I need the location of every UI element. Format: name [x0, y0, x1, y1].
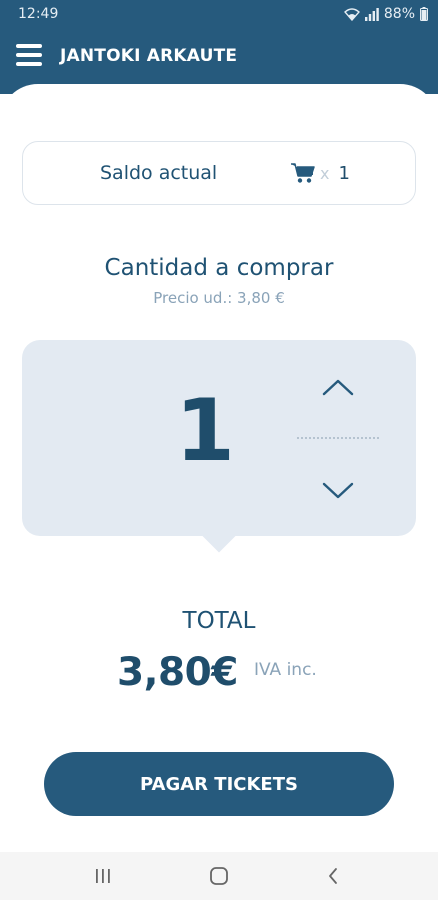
home-icon: [210, 867, 228, 885]
back-button[interactable]: [318, 864, 348, 888]
chevron-down-icon: [322, 482, 354, 499]
stepper-divider: [297, 437, 379, 439]
system-nav-bar: [0, 852, 438, 900]
menu-icon[interactable]: [16, 44, 42, 66]
wifi-icon: [343, 7, 360, 21]
back-icon: [329, 868, 337, 884]
status-time: 12:49: [18, 6, 59, 22]
total-label: TOTAL: [182, 608, 256, 634]
home-button[interactable]: [204, 864, 234, 888]
unit-price: Precio ud.: 3,80 €: [153, 289, 285, 307]
chevron-up-icon: [322, 379, 354, 396]
quantity-value: 1: [175, 381, 235, 481]
menu-icon-bar: [16, 44, 42, 48]
recents-icon: [96, 869, 110, 883]
balance-count: x 1: [291, 162, 350, 184]
recents-button[interactable]: [88, 864, 118, 888]
balance-label: Saldo actual: [100, 162, 218, 184]
balance-card: Saldo actual x 1: [22, 141, 416, 205]
ticket-count: 1: [338, 162, 350, 184]
battery-icon: [420, 7, 428, 21]
vat-note: IVA inc.: [254, 660, 317, 680]
signal-icon: [364, 7, 379, 21]
menu-icon-bar: [16, 53, 42, 57]
increment-button[interactable]: [318, 372, 358, 404]
status-icons: 88%: [343, 6, 428, 22]
app-title: JANTOKI ARKAUTE: [60, 46, 238, 66]
quantity-panel-pointer: [196, 527, 242, 557]
cart-icon: [291, 163, 315, 183]
quantity-title: Cantidad a comprar: [104, 255, 334, 281]
menu-icon-bar: [16, 62, 42, 66]
pay-tickets-button[interactable]: PAGAR TICKETS: [44, 752, 394, 816]
battery-level: 88%: [383, 6, 415, 22]
decrement-button[interactable]: [318, 474, 358, 506]
total-amount: 3,80€: [117, 650, 238, 695]
multiplier-sign: x: [320, 163, 330, 183]
status-bar: 12:49 88%: [0, 0, 438, 30]
